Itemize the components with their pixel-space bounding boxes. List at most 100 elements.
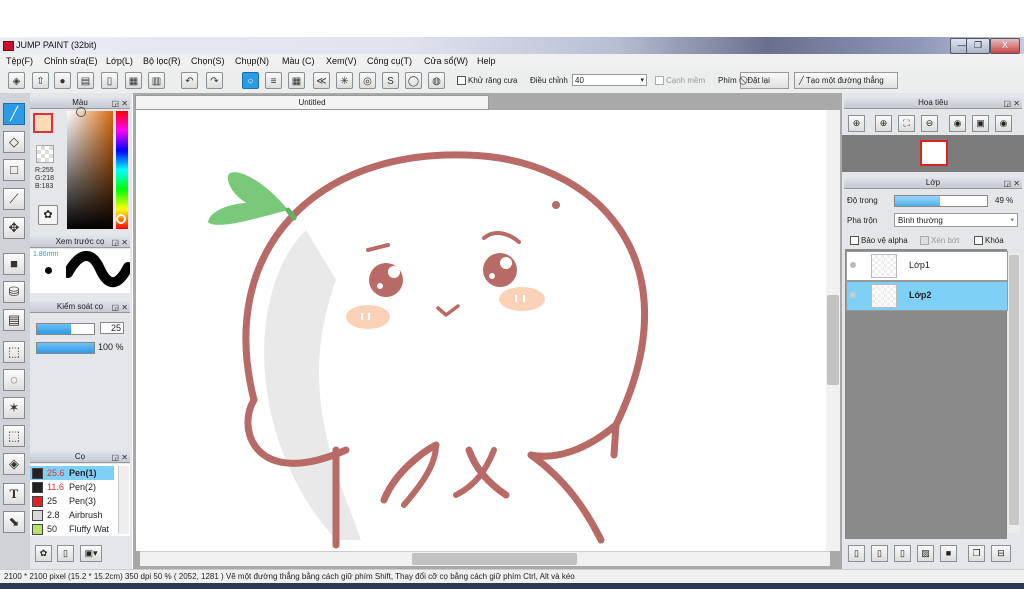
ellipse-icon[interactable]: ◯ <box>405 72 422 89</box>
lock-toggle[interactable]: Khóa <box>974 236 1004 246</box>
duplicate-layer-icon[interactable]: ▯ <box>871 545 888 562</box>
flip-icon[interactable]: ▣ <box>972 115 989 132</box>
panel-close-icon[interactable]: ◲ ✕ <box>112 98 128 109</box>
new-brush-icon[interactable]: ▯ <box>57 545 74 562</box>
move-tool-icon[interactable]: ✥ <box>3 217 25 239</box>
new-folder-icon[interactable]: ▯ <box>894 545 911 562</box>
hue-slider-handle[interactable] <box>116 214 126 224</box>
reset-view-icon[interactable]: ◉ <box>995 115 1012 132</box>
concentric-icon[interactable]: ◎ <box>359 72 376 89</box>
antialias-toggle[interactable]: Khử răng cưa <box>457 76 517 86</box>
palette-icon[interactable]: ✿ <box>38 205 58 225</box>
clip-toggle[interactable]: Xén bớt <box>920 236 959 246</box>
panel-close-icon[interactable]: ◲ ✕ <box>112 237 128 248</box>
layer-opacity-slider[interactable] <box>894 195 988 207</box>
fit-window-icon[interactable]: ⛶ <box>898 115 915 132</box>
horizontal-scroll-thumb[interactable] <box>412 553 577 565</box>
brush-item-airbrush[interactable]: 2.8 Airbrush <box>30 508 114 522</box>
layout-icon[interactable]: ▦ <box>125 72 142 89</box>
settings-circle-icon[interactable]: ◍ <box>428 72 445 89</box>
navigator-viewport-frame[interactable] <box>920 140 948 166</box>
eraser-tool-icon[interactable]: ◇ <box>3 131 25 153</box>
rect-select-tool-icon[interactable]: ⬚ <box>3 341 25 363</box>
protect-alpha-checkbox[interactable] <box>850 236 859 246</box>
picker-cursor[interactable] <box>76 107 86 117</box>
reset-button[interactable]: ⃠ Đặt lại <box>740 72 789 89</box>
panel-close-icon[interactable]: ◲ ✕ <box>112 302 128 313</box>
pen-tool-icon[interactable]: ╱ <box>3 103 25 125</box>
brush-list-scrollbar[interactable] <box>118 466 129 534</box>
speech-icon[interactable]: ● <box>54 72 71 89</box>
maximize-button[interactable]: ❐ <box>966 38 990 54</box>
magic-wand-tool-icon[interactable]: ✶ <box>3 397 25 419</box>
brush-opacity-slider[interactable] <box>36 342 95 354</box>
menu-capture[interactable]: Chụp(N) <box>235 56 269 66</box>
zoom-in-icon[interactable]: ⊕ <box>848 115 865 132</box>
new-layer-icon[interactable]: ▯ <box>848 545 865 562</box>
drawing-canvas[interactable] <box>136 110 826 551</box>
brush-item-fluffy[interactable]: 50 Fluffy Wat <box>30 522 114 536</box>
mask-icon[interactable]: ▨ <box>917 545 934 562</box>
smooth-edge-toggle[interactable]: Cạnh mềm <box>655 76 705 86</box>
pages-icon[interactable]: ▥ <box>148 72 165 89</box>
text-tool-icon[interactable]: T <box>3 483 25 505</box>
curve-icon[interactable]: S <box>382 72 399 89</box>
protect-alpha-toggle[interactable]: Bảo vệ alpha <box>850 236 908 246</box>
menu-layer[interactable]: Lớp(L) <box>106 56 133 66</box>
select-pen-tool-icon[interactable]: ◈ <box>3 453 25 475</box>
panel-close-icon[interactable]: ◲ ✕ <box>1004 178 1020 189</box>
document-icon[interactable]: ▯ <box>101 72 118 89</box>
transparent-color-swatch[interactable] <box>36 145 54 163</box>
folder-icon[interactable]: ■ <box>940 545 957 562</box>
brush-size-slider[interactable] <box>36 323 95 335</box>
menu-color[interactable]: Màu (C) <box>282 56 315 66</box>
burst-icon[interactable]: ✳ <box>336 72 353 89</box>
navigator-preview[interactable] <box>842 135 1024 172</box>
menu-view[interactable]: Xem(V) <box>326 56 357 66</box>
brush-size-input[interactable]: 25 <box>100 322 124 334</box>
comment-icon[interactable]: ▤ <box>77 72 94 89</box>
merge-layer-icon[interactable]: ❐ <box>968 545 985 562</box>
hatch-icon[interactable]: ≡ <box>265 72 282 89</box>
circle-shape-icon[interactable]: ○ <box>242 72 259 89</box>
line-tool-icon[interactable]: ⟋ <box>3 188 25 210</box>
blend-mode-select[interactable]: Bình thường ▾ <box>894 213 1018 227</box>
menu-filter[interactable]: Bộ lọc(R) <box>143 56 181 66</box>
visibility-icon[interactable] <box>850 292 856 298</box>
layer-scroll-thumb[interactable] <box>1009 255 1019 525</box>
balloon-tool-icon[interactable]: ⬊ <box>3 511 25 533</box>
new-icon[interactable]: ◈ <box>8 72 25 89</box>
straight-line-button[interactable]: ╱ Tạo một đường thẳng <box>794 72 898 89</box>
vertical-scroll-thumb[interactable] <box>827 295 839 385</box>
brush-item-pen-2[interactable]: 11.6 Pen(2) <box>30 480 114 494</box>
antialias-checkbox[interactable] <box>457 76 466 86</box>
focus-lines-icon[interactable]: ≪ <box>313 72 330 89</box>
hue-slider[interactable] <box>116 111 128 229</box>
menu-select[interactable]: Chọn(S) <box>191 56 225 66</box>
redo-icon[interactable]: ↷ <box>206 72 223 89</box>
grid-icon[interactable]: ▦ <box>288 72 305 89</box>
zoom-out-icon[interactable]: ⊖ <box>921 115 938 132</box>
canvas-horizontal-scrollbar[interactable] <box>140 551 830 566</box>
brush-item-pen-1[interactable]: 25.6 Pen(1) <box>30 466 114 480</box>
layer-item-lop1[interactable]: Lớp1 <box>846 251 1008 281</box>
undo-icon[interactable]: ↶ <box>181 72 198 89</box>
lock-checkbox[interactable] <box>974 236 983 246</box>
fill-rect-tool-icon[interactable]: ■ <box>3 253 25 275</box>
layer-item-lop2[interactable]: Lớp2 <box>846 281 1008 311</box>
open-icon[interactable]: ⇧ <box>32 72 49 89</box>
menu-tools[interactable]: Công cụ(T) <box>367 56 412 66</box>
delete-layer-icon[interactable]: ⊟ <box>991 545 1011 562</box>
rectangle-tool-icon[interactable]: □ <box>3 159 25 181</box>
brush-menu-icon[interactable]: ▣▾ <box>80 545 102 562</box>
transform-tool-icon[interactable]: ⬚ <box>3 425 25 447</box>
gradient-tool-icon[interactable]: ▤ <box>3 309 25 331</box>
canvas-vertical-scrollbar[interactable] <box>826 110 840 551</box>
menu-window[interactable]: Cửa sổ(W) <box>424 56 468 66</box>
menu-edit[interactable]: Chỉnh sửa(E) <box>44 56 98 66</box>
layer-list-scrollbar[interactable] <box>1008 253 1020 533</box>
clip-checkbox[interactable] <box>920 236 929 246</box>
zoom-in-alt-icon[interactable]: ⊕ <box>875 115 892 132</box>
document-tab[interactable]: Untitled <box>135 95 489 110</box>
close-button[interactable]: X <box>990 38 1020 54</box>
